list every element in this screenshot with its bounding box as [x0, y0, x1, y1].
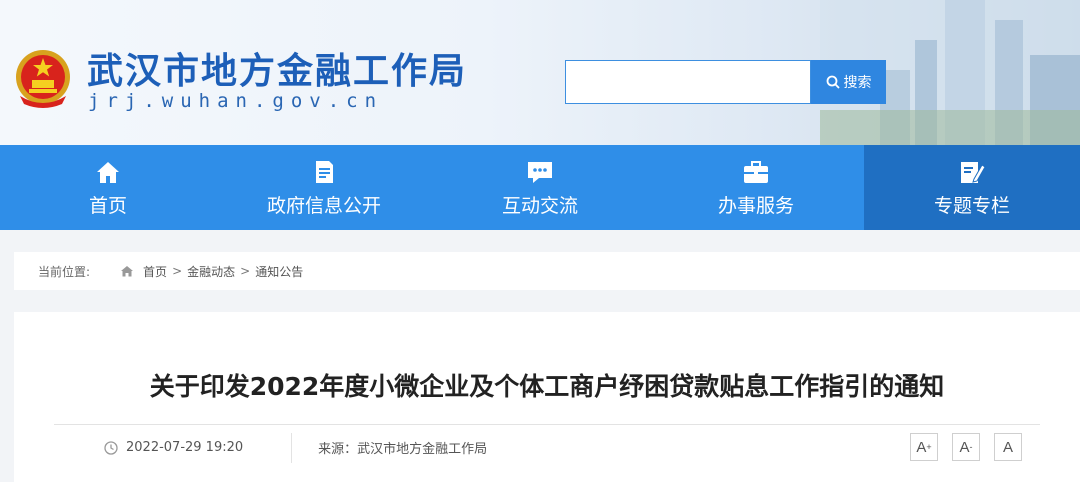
nav-item-interaction[interactable]: 互动交流 — [432, 145, 648, 230]
breadcrumb-separator: > — [172, 264, 183, 278]
breadcrumb-link-home[interactable]: 首页 — [143, 263, 167, 280]
breadcrumb-link-notices[interactable]: 通知公告 — [255, 263, 303, 280]
site-domain: jrj.wuhan.gov.cn — [88, 90, 384, 112]
home-icon — [97, 162, 119, 183]
breadcrumb: 当前位置: 首页 > 金融动态 > 通知公告 — [14, 252, 1080, 290]
publish-date: 2022-07-29 19:20 — [126, 440, 244, 455]
search-icon — [826, 75, 840, 89]
site-header: 武汉市地方金融工作局 jrj.wuhan.gov.cn 搜索 — [0, 0, 1080, 145]
source-label: 来源： — [318, 442, 358, 457]
article-container: 关于印发2022年度小微企业及个体工商户纾困贷款贴息工作指引的通知 2022-0… — [14, 312, 1080, 482]
nav-item-label: 首页 — [88, 195, 127, 217]
font-decrease-button[interactable]: A- — [952, 433, 980, 461]
nav-item-home[interactable]: 首页 — [0, 145, 216, 230]
article-title: 关于印发2022年度小微企业及个体工商户纾困贷款贴息工作指引的通知 — [149, 372, 945, 401]
nav-item-label: 政府信息公开 — [266, 195, 381, 217]
edit-icon — [961, 162, 986, 183]
article-meta: 2022-07-29 19:20 来源： 武汉市地方金融工作局 A + A- A — [54, 424, 1040, 470]
breadcrumb-link-finance-news[interactable]: 金融动态 — [187, 263, 235, 280]
search-button[interactable]: 搜索 — [811, 60, 886, 104]
font-size-controls: A + A- A — [910, 433, 1022, 461]
home-icon — [121, 266, 134, 277]
font-increase-button[interactable]: A + — [910, 433, 938, 461]
main-nav: 首页 政府信息公开 互动交流 办事服务 专题专栏 — [0, 145, 1080, 230]
document-icon — [316, 161, 333, 183]
search-button-label: 搜索 — [843, 74, 872, 90]
nav-item-label: 专题专栏 — [933, 195, 1010, 217]
font-reset-button[interactable]: A — [994, 433, 1022, 461]
meta-divider — [291, 432, 293, 463]
national-emblem-logo — [16, 50, 70, 108]
nav-item-label: 办事服务 — [717, 195, 794, 217]
source-name: 武汉市地方金融工作局 — [357, 442, 488, 457]
site-title: 武汉市地方金融工作局 — [87, 51, 468, 92]
search-input[interactable] — [565, 60, 811, 104]
nav-item-label: 互动交流 — [501, 195, 578, 217]
clock-icon — [104, 440, 118, 455]
nav-item-gov-info[interactable]: 政府信息公开 — [216, 145, 432, 230]
nav-item-special-topics[interactable]: 专题专栏 — [864, 145, 1080, 230]
chat-icon — [528, 162, 552, 183]
breadcrumb-separator: > — [240, 264, 251, 278]
briefcase-icon — [744, 161, 768, 183]
breadcrumb-label: 当前位置: — [38, 264, 91, 279]
nav-item-services[interactable]: 办事服务 — [648, 145, 864, 230]
